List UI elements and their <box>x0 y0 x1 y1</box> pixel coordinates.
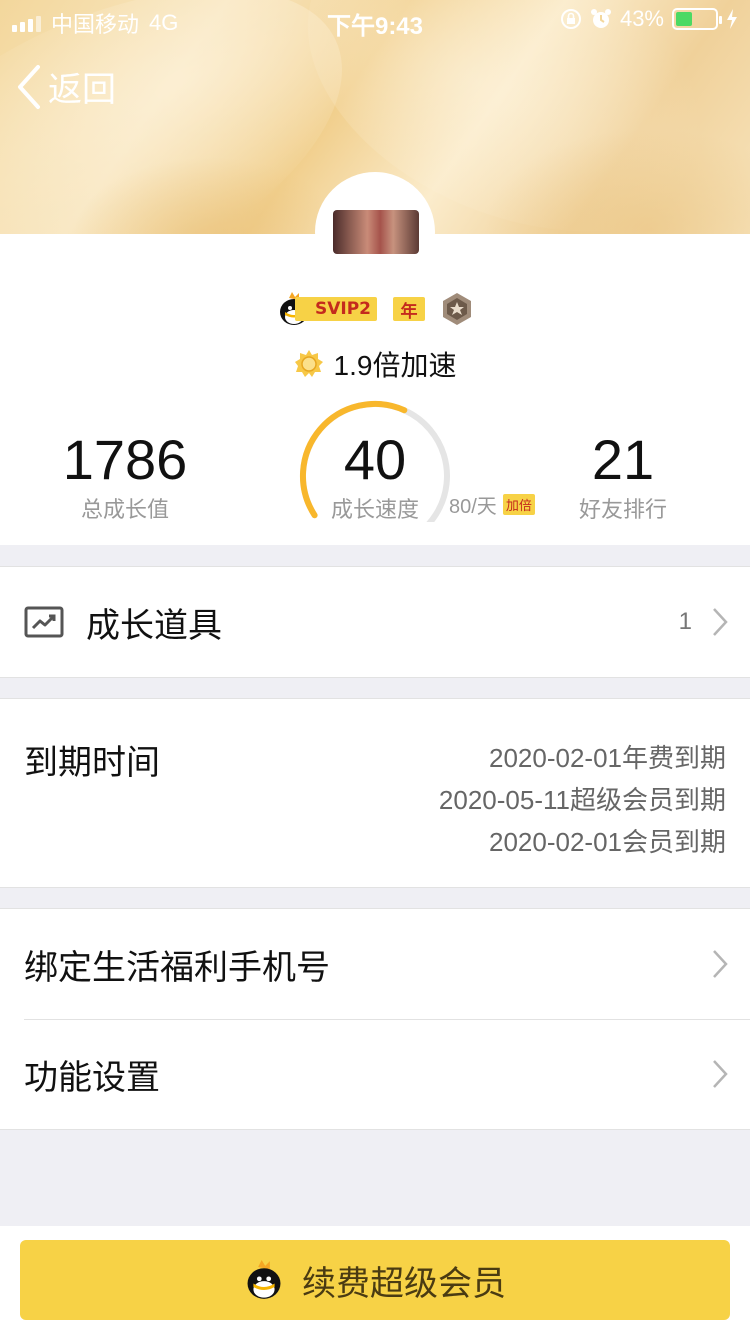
bind-phone-label: 绑定生活福利手机号 <box>24 947 330 988</box>
charging-icon <box>727 9 737 29</box>
penguin-icon <box>247 1260 281 1299</box>
trend-chart-icon <box>24 606 64 638</box>
friend-rank-label: 好友排行 <box>578 498 667 523</box>
growth-speed-value: 40 <box>343 428 407 491</box>
status-bar: 中国移动 4G 下午9:43 43% <box>0 0 750 40</box>
renew-svip-label: 续费超级会员 <box>302 1263 506 1304</box>
speedup-info: 1.9倍加速 <box>0 344 750 384</box>
svip-badge[interactable]: SVIP2 <box>277 290 377 328</box>
alarm-icon <box>590 9 611 28</box>
renew-svip-button[interactable]: 续费超级会员 <box>20 1240 730 1320</box>
battery-percent: 43% <box>619 6 664 31</box>
expiry-section: 到期时间 2020-02-01年费到期 2020-05-11超级会员到期 202… <box>0 698 750 888</box>
daily-rate-value: 80/天 <box>449 496 497 518</box>
chevron-right-icon <box>713 608 728 636</box>
chevron-left-icon <box>18 64 40 109</box>
growth-tools-section: 成长道具 1 <box>0 566 750 678</box>
member-badges: SVIP2 年 <box>0 290 750 328</box>
expiry-date-annual: 2020-02-01年费到期 <box>489 743 726 773</box>
growth-speed-stat[interactable]: 40 成长速度 <box>275 430 475 524</box>
expiry-label: 到期时间 <box>24 743 160 783</box>
daily-rate: 80/天 加倍 <box>449 490 535 519</box>
total-growth-label: 总成长值 <box>80 498 169 523</box>
total-growth-value: 1786 <box>62 428 188 491</box>
settings-section: 绑定生活福利手机号 功能设置 <box>0 908 750 1130</box>
rank-medal-icon[interactable] <box>441 292 473 326</box>
expiry-date-svip: 2020-05-11超级会员到期 <box>438 785 726 815</box>
total-growth-stat[interactable]: 1786 总成长值 <box>25 430 225 524</box>
growth-tools-row[interactable]: 成长道具 1 <box>0 567 750 677</box>
svip-level-tag: SVIP2 <box>294 297 377 321</box>
expiry-dates: 2020-02-01年费到期 2020-05-11超级会员到期 2020-02-… <box>439 737 726 863</box>
bind-phone-row[interactable]: 绑定生活福利手机号 <box>0 909 750 1019</box>
chevron-right-icon <box>713 950 728 978</box>
rotation-lock-icon <box>560 9 581 29</box>
friend-rank-stat[interactable]: 21 好友排行 <box>523 430 723 524</box>
back-label: 返回 <box>48 71 116 109</box>
footer-bar: 续费超级会员 <box>0 1226 750 1334</box>
speedup-text: 1.9倍加速 <box>333 350 457 381</box>
annual-tag: 年 <box>393 297 425 322</box>
feature-settings-label: 功能设置 <box>24 1057 160 1098</box>
back-button[interactable]: 返回 <box>16 62 116 111</box>
avatar[interactable] <box>315 172 435 292</box>
chevron-right-icon <box>713 1060 728 1088</box>
battery-icon <box>672 8 722 30</box>
growth-speed-label: 成长速度 <box>330 498 419 523</box>
feature-settings-row[interactable]: 功能设置 <box>0 1019 750 1129</box>
growth-tools-label: 成长道具 <box>86 605 222 646</box>
growth-tools-count: 1 <box>678 608 692 635</box>
friend-rank-value: 21 <box>591 428 655 491</box>
sun-badge-icon <box>294 350 323 377</box>
expiry-date-vip: 2020-02-01会员到期 <box>489 827 726 857</box>
